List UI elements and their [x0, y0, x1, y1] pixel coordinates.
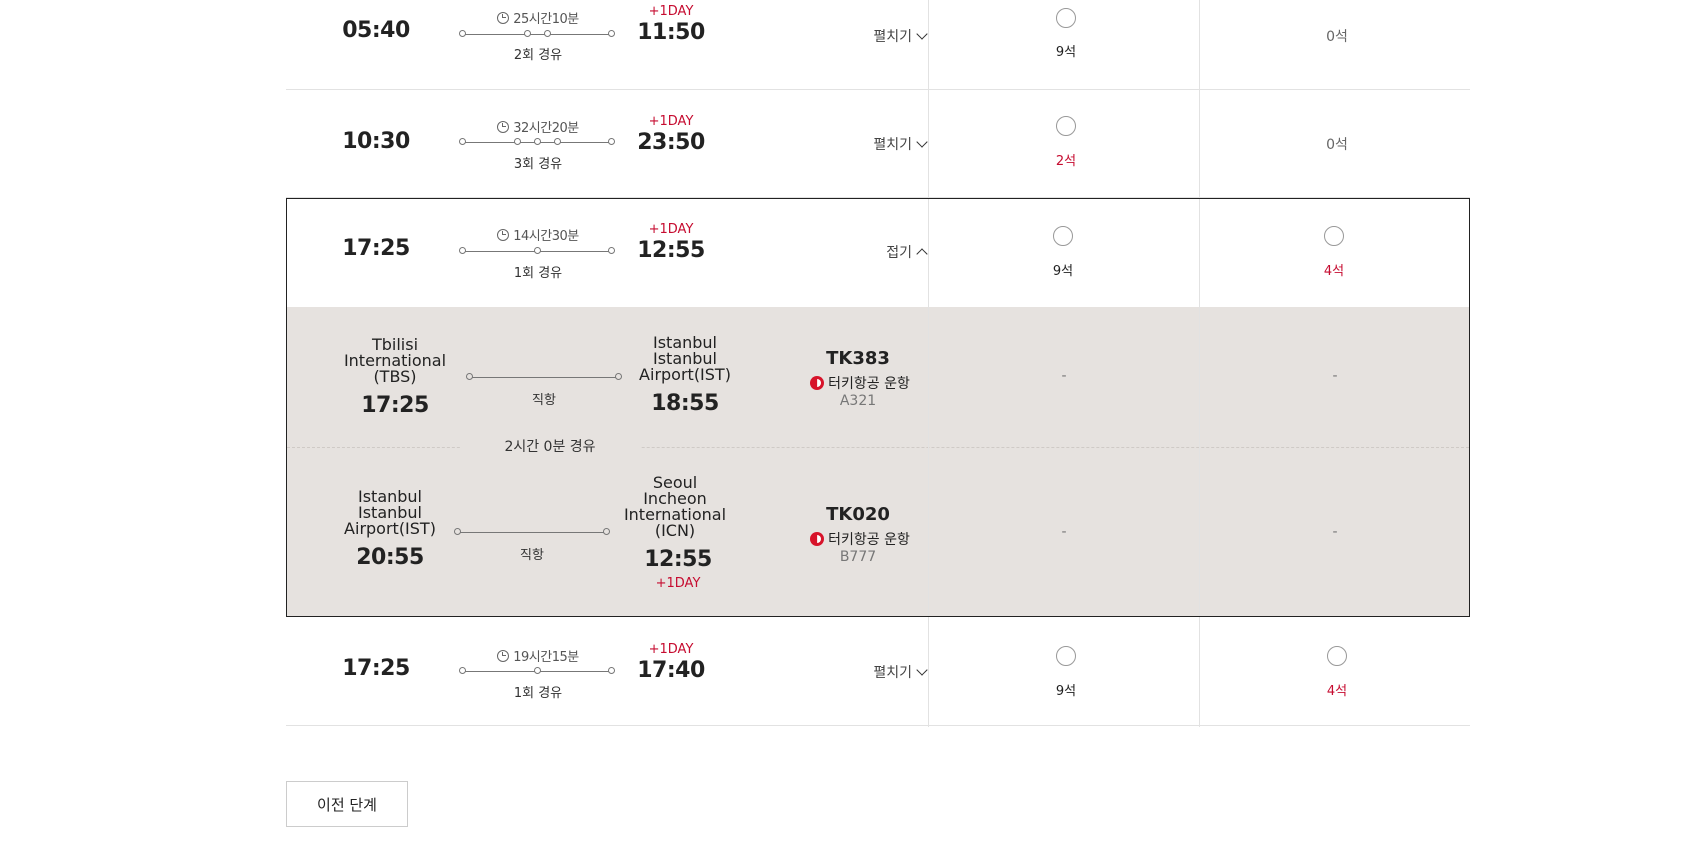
- fare-cell-business[interactable]: 4석: [1202, 618, 1472, 725]
- seat-count: 0석: [1326, 137, 1348, 153]
- clock-icon: [497, 121, 510, 133]
- seat-count: 0석: [1326, 29, 1348, 45]
- fare-cell-economy[interactable]: 9석: [931, 618, 1201, 725]
- plus-day-badge: +1DAY: [648, 4, 694, 19]
- plus-day-badge: +1DAY: [648, 114, 694, 129]
- expand-toggle[interactable]: 펼치기: [826, 26, 928, 46]
- expand-toggle[interactable]: 펼치기: [826, 662, 928, 682]
- fare-cell-economy[interactable]: 2석: [931, 90, 1201, 197]
- flight-row[interactable]: 10:30 32시간20분 3회 경유 +1DAY 23:50 펼치기 2석 0…: [286, 90, 1470, 198]
- stops-label: 1회 경유: [513, 686, 563, 701]
- chevron-down-icon: [916, 664, 928, 676]
- duration: 25시간10분: [463, 8, 613, 27]
- chevron-down-icon: [916, 28, 928, 40]
- fare-radio[interactable]: [1056, 646, 1076, 666]
- chevron-down-icon: [916, 136, 928, 148]
- expand-toggle[interactable]: 펼치기: [826, 134, 928, 154]
- stops-label: 2회 경유: [513, 48, 563, 63]
- duration: 32시간20분: [463, 117, 613, 136]
- departure-time: 17:25: [342, 656, 410, 681]
- fare-cell-economy[interactable]: 9석: [931, 0, 1201, 89]
- flight-row[interactable]: 17:25 19시간15분 1회 경유 +1DAY 17:40 펼치기 9석 4…: [286, 618, 1470, 726]
- stops-label: 3회 경유: [513, 157, 563, 172]
- clock-icon: [497, 650, 510, 662]
- fare-cell-business: 0석: [1202, 90, 1472, 197]
- fare-cell-business: 0석: [1202, 0, 1472, 89]
- seat-count: 2석: [1055, 154, 1077, 169]
- seat-count: 9석: [1055, 684, 1077, 699]
- expanded-flight-border: [286, 198, 1470, 617]
- plus-day-badge: +1DAY: [648, 642, 694, 657]
- clock-icon: [497, 12, 510, 24]
- fare-radio[interactable]: [1056, 116, 1076, 136]
- seat-count: 4석: [1326, 684, 1348, 699]
- arrival-time: 17:40: [637, 658, 705, 683]
- flight-row[interactable]: 05:40 25시간10분 2회 경유 +1DAY 11:50 펼치기 9석 0…: [286, 0, 1470, 90]
- previous-step-button[interactable]: 이전 단계: [286, 781, 408, 827]
- route-line: [459, 30, 615, 37]
- route-line: [459, 667, 615, 674]
- arrival-time: 23:50: [637, 130, 705, 155]
- arrival-time: 11:50: [637, 20, 705, 45]
- departure-time: 10:30: [342, 129, 410, 154]
- fare-radio[interactable]: [1056, 8, 1076, 28]
- departure-time: 05:40: [342, 18, 410, 43]
- seat-count: 9석: [1055, 45, 1077, 60]
- fare-radio[interactable]: [1327, 646, 1347, 666]
- duration: 19시간15분: [463, 646, 613, 665]
- route-line: [459, 138, 615, 145]
